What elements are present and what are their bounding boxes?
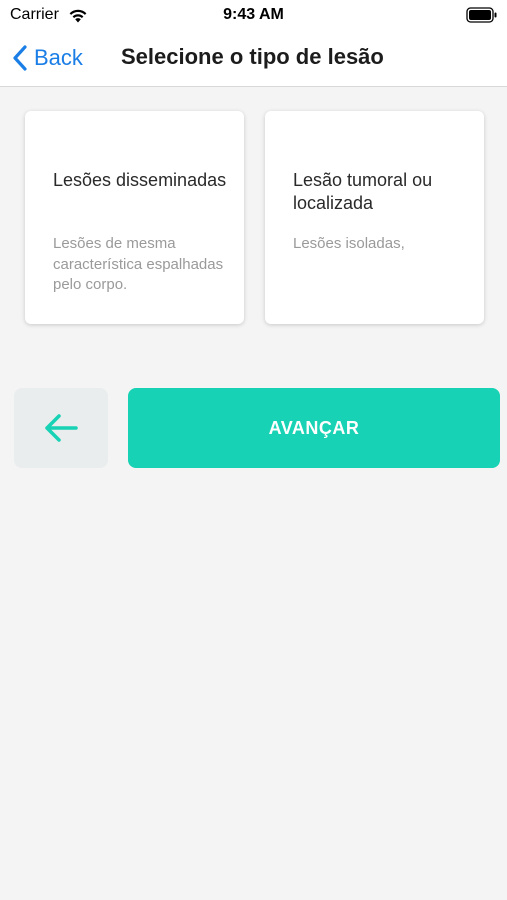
back-button[interactable]: Back <box>12 40 83 76</box>
chevron-left-icon <box>13 45 27 71</box>
clock: 9:43 AM <box>223 6 284 23</box>
option-title: Lesão tumoral ou localizada <box>293 170 433 213</box>
page-title: Selecione o tipo de lesão <box>121 44 384 69</box>
option-description: Lesões de mesma característica espalhada… <box>53 235 224 293</box>
arrow-left-icon <box>45 414 78 442</box>
back-label: Back <box>34 45 83 70</box>
navigation-bar: Back Selecione o tipo de lesão <box>0 30 507 87</box>
battery-icon <box>466 7 497 23</box>
option-description: Lesões isoladas, <box>293 235 405 252</box>
previous-step-button[interactable] <box>14 388 108 468</box>
status-bar: Carrier 9:43 AM <box>0 0 507 30</box>
option-title: Lesões disseminadas <box>53 170 227 190</box>
option-card-localized[interactable]: Lesão tumoral ou localizada Lesões isola… <box>265 111 484 324</box>
advance-button[interactable]: AVANÇAR <box>128 388 500 468</box>
option-card-disseminated[interactable]: Lesões disseminadas Lesões de mesma cara… <box>25 111 244 324</box>
